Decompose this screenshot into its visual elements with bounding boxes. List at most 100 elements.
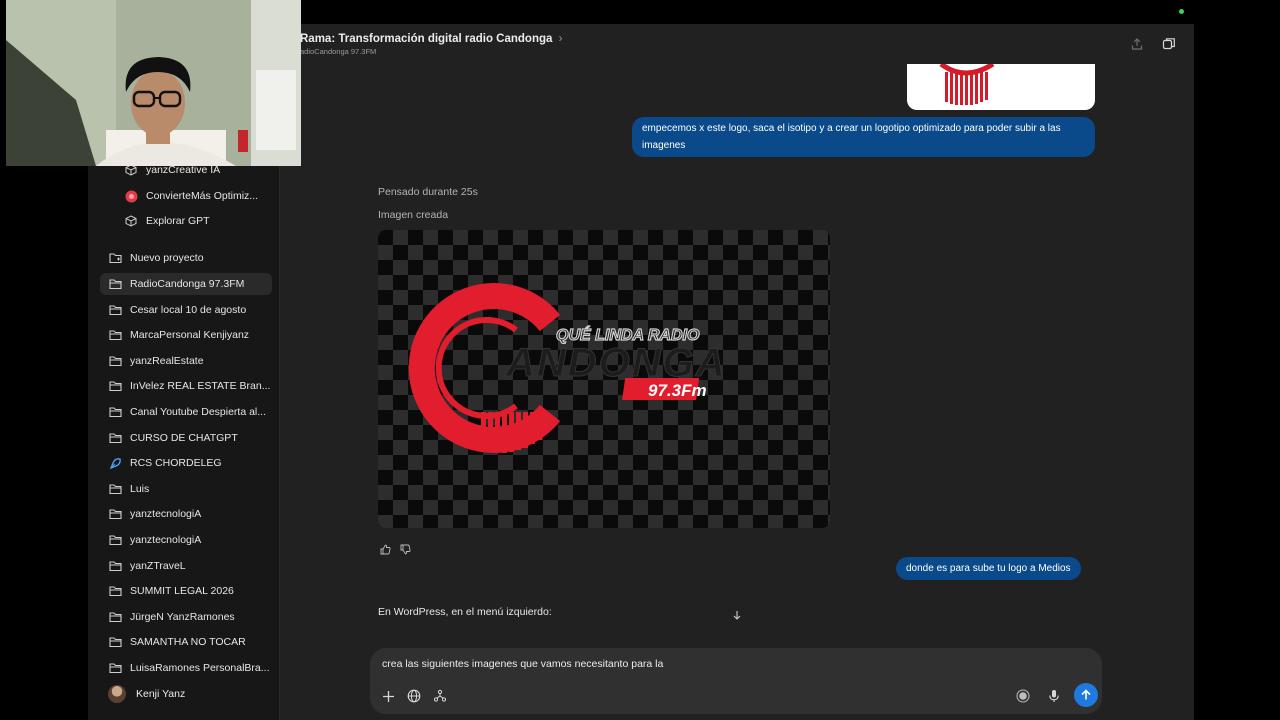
folder-icon [108, 635, 122, 649]
sidebar-project-item[interactable]: CURSO DE CHATGPT [100, 427, 272, 449]
folder-icon [108, 482, 122, 496]
web-search-button[interactable] [404, 686, 424, 706]
top-bar: Rama: Transformación digital radio Cando… [280, 24, 1194, 64]
sidebar-project-label: yanztecnologiA [130, 534, 202, 546]
blue-shape-icon [108, 456, 122, 470]
share-button[interactable] [1129, 36, 1145, 52]
thumbs-down-icon [400, 544, 411, 555]
folder-icon [108, 661, 122, 675]
arrow-up-icon [1081, 689, 1091, 700]
folder-icon [108, 303, 122, 317]
tools-button[interactable] [430, 686, 450, 706]
folder-icon [108, 507, 122, 521]
voice-mode-button[interactable] [1013, 686, 1033, 706]
globe-icon [407, 689, 421, 703]
sidebar-project-item[interactable]: InVelez REAL ESTATE Bran... [100, 375, 272, 397]
prompt-input-text: crea las siguientes imagenes que vamos n… [382, 658, 664, 670]
sidebar-project-label: Luis [130, 483, 150, 495]
folder-icon [108, 584, 122, 598]
sidebar-project-item[interactable]: RCS CHORDELEG [100, 452, 272, 474]
sidebar-project-label: SAMANTHA NO TOCAR [130, 636, 246, 648]
chevron-right-icon: › [558, 33, 563, 45]
logo-frequency: 97.3Fm [648, 381, 707, 400]
sidebar-project-label: yanztecnologiA [130, 508, 202, 520]
send-button[interactable] [1074, 683, 1098, 707]
scroll-to-bottom-button[interactable] [730, 608, 744, 622]
sidebar-project-label: Cesar local 10 de agosto [130, 304, 247, 316]
thumbs-up-button[interactable] [378, 542, 392, 556]
record-icon [1016, 689, 1030, 703]
conversation-title[interactable]: Rama: Transformación digital radio Cando… [300, 33, 562, 45]
folder-icon [108, 431, 122, 445]
sidebar-project-label: CURSO DE CHATGPT [130, 432, 238, 444]
user-message: donde es para sube tu logo a Medios [896, 557, 1081, 580]
gpt-item-conviertemas[interactable]: ConvierteMás Optimiz... [124, 185, 258, 207]
sidebar-project-label: MarcaPersonal Kenjiyanz [130, 329, 250, 341]
explore-gpts-item[interactable]: Explorar GPT [124, 210, 210, 232]
gpt-item-label: ConvierteMás Optimiz... [146, 190, 259, 202]
sidebar-project-item[interactable]: yanZTraveL [100, 555, 272, 577]
sidebar-project-item[interactable]: yanztecnologiA [100, 529, 272, 551]
webcam-person-image [6, 0, 301, 166]
sidebar-project-item[interactable]: SUMMIT LEGAL 2026 [100, 580, 272, 602]
message-composer: crea las siguientes imagenes que vamos n… [370, 648, 1102, 714]
sidebar-project-label: RadioCandonga 97.3FM [130, 278, 245, 290]
new-project-label: Nuevo proyecto [130, 252, 204, 264]
sidebar-project-item[interactable]: Cesar local 10 de agosto [100, 299, 272, 321]
folder-icon [108, 610, 122, 624]
thumbs-up-icon [380, 543, 391, 554]
folder-icon [108, 559, 122, 573]
thumbs-down-button[interactable] [398, 542, 412, 556]
cube-icon [124, 214, 138, 228]
project-breadcrumb[interactable]: adioCandonga 97.3FM [300, 47, 376, 56]
sidebar-project-label: SUMMIT LEGAL 2026 [130, 585, 234, 597]
plus-icon [382, 690, 394, 702]
sidebar-project-item[interactable]: SAMANTHA NO TOCAR [100, 631, 272, 653]
user-message: empecemos x este logo, saca el isotipo y… [632, 117, 1095, 157]
folder-icon [108, 405, 122, 419]
sidebar-project-item[interactable]: JürgeN YanzRamones [100, 606, 272, 628]
tools-icon [433, 689, 447, 702]
sidebar-project-item[interactable]: Canal Youtube Despierta al... [100, 401, 272, 423]
sidebar-project-item[interactable]: LuisaRamones PersonalBra... [100, 657, 272, 679]
radio-candonga-logo: QUÉ LINDA RADIO ANDONGA 97.3Fm [408, 283, 725, 453]
gpt-item-label: Explorar GPT [146, 215, 210, 227]
thinking-duration[interactable]: Pensado durante 25s [378, 186, 478, 198]
sidebar-project-item[interactable]: MarcaPersonal Kenjiyanz [100, 324, 272, 346]
camera-active-indicator [1179, 9, 1184, 14]
logo-fragment-graphic [939, 64, 995, 105]
user-account[interactable]: Kenji Yanz [108, 682, 185, 706]
sidebar-project-item[interactable]: RadioCandonga 97.3FM [100, 273, 272, 295]
sidebar-project-item[interactable]: Luis [100, 478, 272, 500]
dictate-button[interactable] [1044, 686, 1064, 706]
sidebar-project-item[interactable]: yanzRealEstate [100, 350, 272, 372]
screen: yanzCreative IA ConvierteMás Optimiz... … [0, 0, 1280, 720]
add-attachment-button[interactable] [378, 686, 398, 706]
user-message-text: donde es para sube tu logo a Medios [906, 563, 1071, 574]
webcam-overlay [6, 0, 301, 166]
copy-window-icon [1162, 38, 1175, 50]
previous-logo-image[interactable] [907, 64, 1095, 110]
microphone-icon [1049, 690, 1059, 702]
user-name: Kenji Yanz [136, 688, 186, 700]
conversation-title-text: Rama: Transformación digital radio Cando… [300, 33, 553, 45]
sidebar-project-label: yanZTraveL [130, 560, 186, 572]
new-window-button[interactable] [1161, 36, 1177, 52]
generated-logo-image[interactable]: QUÉ LINDA RADIO ANDONGA 97.3Fm [378, 230, 830, 528]
arrow-down-icon [733, 611, 741, 620]
red-circle-icon [124, 189, 138, 203]
share-icon [1131, 38, 1143, 50]
sidebar-project-label: JürgeN YanzRamones [130, 611, 235, 623]
prompt-input[interactable]: crea las siguientes imagenes que vamos n… [382, 658, 663, 670]
assistant-message-text: En WordPress, en el menú izquierdo: [378, 606, 552, 618]
folder-icon [108, 277, 122, 291]
folder-icon [108, 533, 122, 547]
sidebar-project-label: Canal Youtube Despierta al... [130, 406, 267, 418]
new-project-button[interactable]: Nuevo proyecto [100, 247, 272, 269]
new-folder-icon [108, 251, 122, 265]
sidebar-project-item[interactable]: yanztecnologiA [100, 503, 272, 525]
sidebar-project-label: InVelez REAL ESTATE Bran... [130, 380, 271, 392]
sidebar-project-label: LuisaRamones PersonalBra... [130, 662, 270, 674]
image-created-label: Imagen creada [378, 209, 449, 221]
sidebar-project-label: RCS CHORDELEG [130, 457, 222, 469]
